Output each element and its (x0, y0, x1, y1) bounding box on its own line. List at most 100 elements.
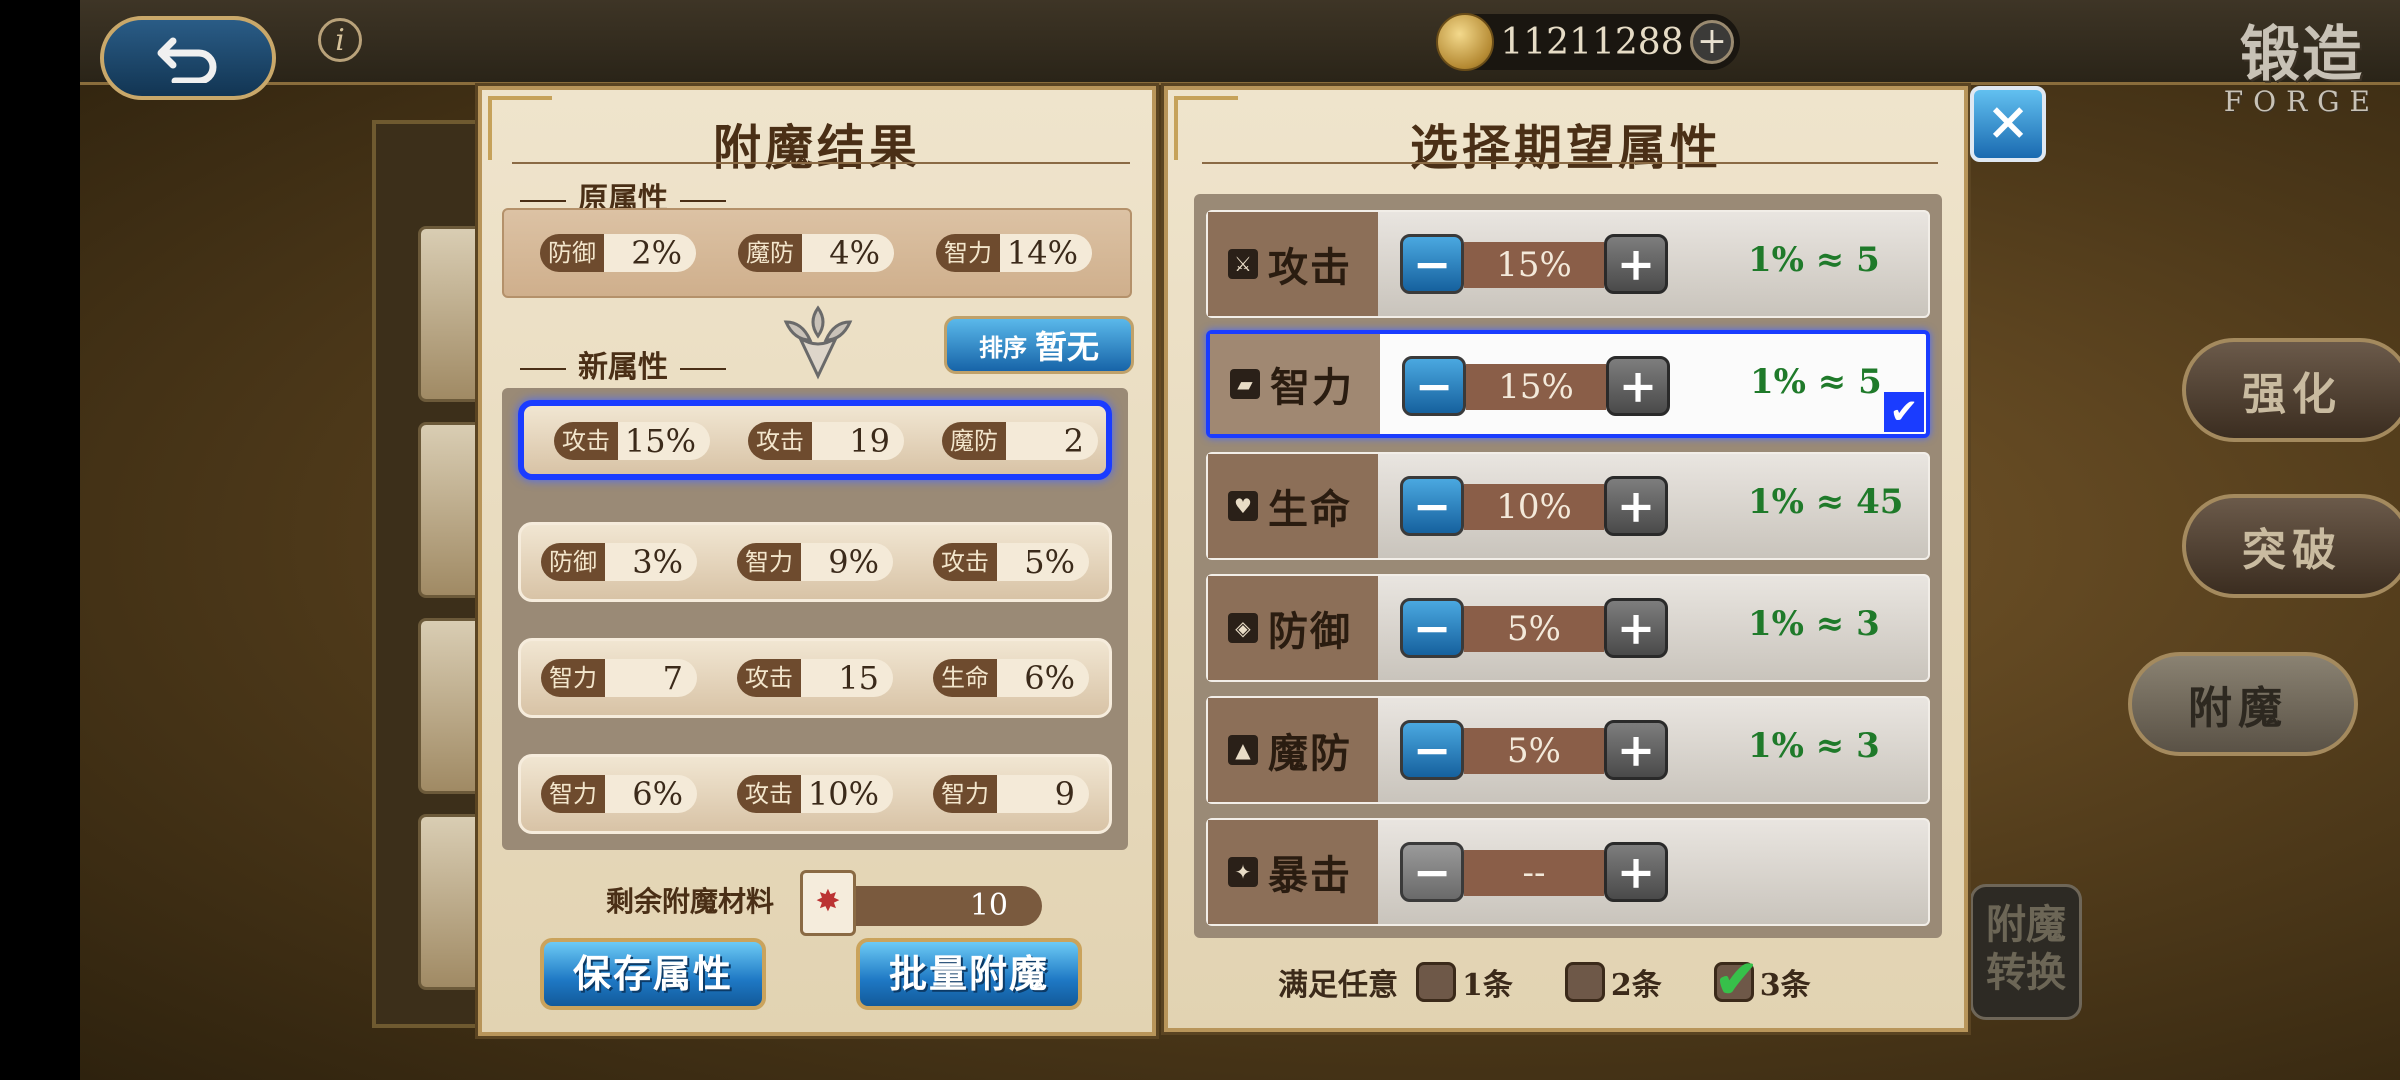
convert-label-2: 转换 (1986, 949, 2066, 996)
check-icon: ✔ (1714, 949, 1759, 1010)
gold-amount: 11211288 (1500, 21, 1684, 63)
bell-icon: ▲ (1228, 735, 1258, 765)
stat-chip: 智力 9% (737, 541, 893, 583)
selected-check-icon: ✔ (1884, 392, 1924, 432)
option-critical[interactable]: ✦ 暴击 − -- + (1206, 818, 1930, 926)
convert-label-1: 附魔 (1986, 901, 2066, 948)
decrease-button[interactable]: − (1402, 356, 1466, 416)
option-percent: 15% (1466, 364, 1606, 410)
panel-title: 选择期望属性 (1409, 120, 1722, 176)
stat-chip: 智力 7 (541, 657, 697, 699)
enchant-scroll-icon: ✸ (800, 870, 856, 936)
back-button[interactable] (100, 16, 276, 100)
option-life[interactable]: ♥ 生命 − 10% + 1% ≈ 45 (1206, 452, 1930, 560)
sort-value: 暂无 (1034, 328, 1099, 366)
stat-chip: 攻击 15% (554, 420, 710, 462)
stat-chip: 生命 6% (933, 657, 1089, 699)
sort-label: 排序 (978, 332, 1027, 362)
gold-coin-icon (1436, 13, 1494, 71)
item-card[interactable] (418, 618, 484, 794)
stat-chip: 攻击 5% (933, 541, 1089, 583)
enhance-tab[interactable]: 强化 (2182, 338, 2400, 442)
result-row[interactable]: 攻击 15% 攻击 19 魔防 2 (518, 400, 1112, 480)
shield-icon: ◈ (1228, 613, 1258, 643)
result-row[interactable]: 防御 3% 智力 9% 攻击 5% (518, 522, 1112, 602)
return-arrow-icon (157, 37, 217, 83)
result-row[interactable]: 智力 7 攻击 15 生命 6% (518, 638, 1112, 718)
decrease-button[interactable]: − (1400, 476, 1464, 536)
sword-icon: ⚔ (1228, 249, 1258, 279)
satisfy-3-checkbox[interactable]: ✔ (1713, 949, 1758, 1010)
increase-button[interactable]: + (1606, 356, 1670, 416)
option-percent: -- (1464, 850, 1604, 896)
stat-chip: 攻击 19 (748, 420, 904, 462)
satisfy-3-label: 3条 (1759, 968, 1811, 1003)
close-button[interactable]: × (1970, 86, 2046, 162)
option-intelligence[interactable]: ▰ 智力 − 15% + 1% ≈ 5 ✔ (1206, 330, 1930, 438)
option-magic-defense[interactable]: ▲ 魔防 − 5% + 1% ≈ 3 (1206, 696, 1930, 804)
enchant-result-panel: 附魔结果 原属性 防御 2% 魔防 4% 智力 14% 新属性 排序 暂无 攻击 15%… (478, 86, 1156, 1036)
forge-title: 锻造 FORGE (2224, 6, 2380, 118)
increase-button[interactable]: + (1604, 720, 1668, 780)
stat-chip: 智力 6% (541, 773, 697, 815)
panel-title: 附魔结果 (712, 120, 921, 176)
satisfy-1-checkbox[interactable] (1416, 962, 1456, 1002)
item-card[interactable] (418, 814, 484, 990)
option-defense[interactable]: ◈ 防御 − 5% + 1% ≈ 3 (1206, 574, 1930, 682)
add-gold-button[interactable]: + (1690, 20, 1734, 64)
enchant-convert-button[interactable]: 附魔 转换 (1970, 884, 2082, 1020)
fleur-emblem-icon (783, 305, 853, 380)
satisfy-label: 满足任意 (1278, 968, 1398, 1003)
stat-chip: 智力 14% (936, 232, 1092, 274)
stat-chip: 防御 2% (540, 232, 696, 274)
option-percent: 10% (1464, 484, 1604, 530)
book-icon: ▰ (1230, 369, 1260, 399)
option-equivalence: 1% ≈ 3 (1748, 726, 1880, 766)
satisfy-2-checkbox[interactable] (1564, 962, 1605, 1002)
stat-chip: 攻击 10% (737, 773, 893, 815)
select-attributes-panel: 选择期望属性 ⚔ 攻击 − 15% + 1% ≈ 5 ▰ 智力 − 15% + 1%… (1164, 86, 1968, 1032)
forge-title-en: FORGE (2223, 85, 2380, 118)
stat-chip: 魔防 2 (942, 420, 1098, 462)
option-equivalence: 1% ≈ 5 (1748, 240, 1880, 280)
increase-button[interactable]: + (1604, 842, 1668, 902)
increase-button[interactable]: + (1604, 476, 1668, 536)
satisfy-2-label: 2条 (1610, 968, 1662, 1003)
stat-chip: 防御 3% (541, 541, 697, 583)
option-equivalence: 1% ≈ 3 (1748, 604, 1880, 644)
stat-chip: 智力 9 (933, 773, 1089, 815)
batch-enchant-button[interactable]: 批量附魔 (856, 938, 1082, 1010)
option-equivalence: 1% ≈ 5 (1750, 362, 1882, 402)
item-card[interactable] (418, 422, 484, 598)
sort-button[interactable]: 排序 暂无 (944, 316, 1134, 374)
enchant-tab[interactable]: 附魔 (2128, 652, 2358, 756)
option-equivalence: 1% ≈ 45 (1748, 482, 1904, 522)
original-attributes: 防御 2% 魔防 4% 智力 14% (502, 208, 1132, 298)
decrease-button[interactable]: − (1400, 842, 1464, 902)
breakthrough-tab[interactable]: 突破 (2182, 494, 2400, 598)
forge-title-zh: 锻造 (2239, 20, 2364, 90)
decrease-button[interactable]: − (1400, 720, 1464, 780)
info-icon[interactable]: i (318, 18, 362, 62)
option-percent: 5% (1464, 728, 1604, 774)
increase-button[interactable]: + (1604, 234, 1668, 294)
satisfy-1-label: 1条 (1462, 968, 1513, 1003)
item-card[interactable] (418, 226, 484, 402)
material-label: 剩余附魔材料 (606, 885, 775, 918)
title-divider (512, 162, 1130, 164)
result-row[interactable]: 智力 6% 攻击 10% 智力 9 (518, 754, 1112, 834)
decrease-button[interactable]: − (1400, 234, 1464, 294)
stat-chip: 攻击 15 (737, 657, 893, 699)
satisfy-any-group: 满足任意 1条 2条 ✔ 3条 (1278, 949, 1811, 1010)
title-divider (1202, 162, 1938, 164)
option-percent: 5% (1464, 606, 1604, 652)
decrease-button[interactable]: − (1400, 598, 1464, 658)
new-attr-label: 新属性 (508, 342, 738, 386)
increase-button[interactable]: + (1604, 598, 1668, 658)
save-attributes-button[interactable]: 保存属性 (540, 938, 766, 1010)
stat-chip: 魔防 4% (738, 232, 894, 274)
option-attack[interactable]: ⚔ 攻击 − 15% + 1% ≈ 5 (1206, 210, 1930, 318)
option-percent: 15% (1464, 242, 1604, 288)
heart-icon: ♥ (1228, 491, 1258, 521)
crit-icon: ✦ (1228, 857, 1258, 887)
